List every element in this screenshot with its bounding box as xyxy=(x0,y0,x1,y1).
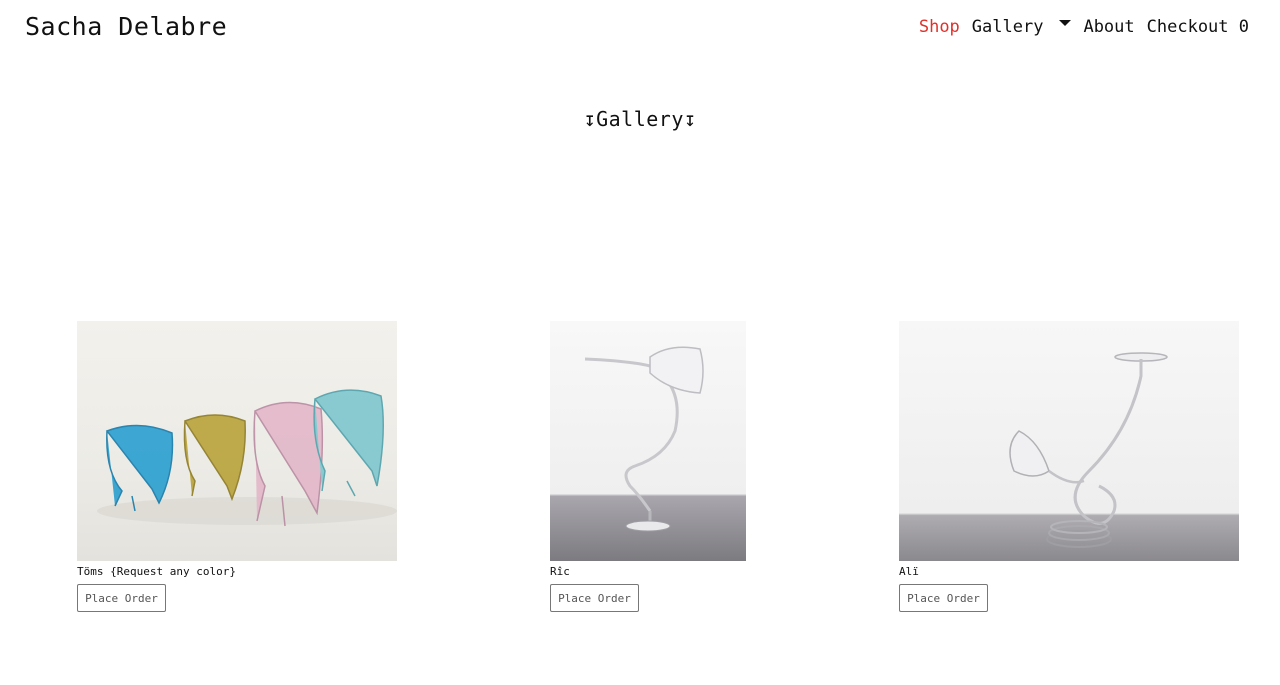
nav-gallery-link[interactable]: Gallery xyxy=(972,17,1072,37)
twisted-glass-illustration xyxy=(584,346,704,532)
product-name: Alï xyxy=(899,565,919,578)
product-image[interactable] xyxy=(899,321,1239,561)
nav-gallery-label: Gallery xyxy=(971,17,1044,37)
product-image[interactable] xyxy=(550,321,746,561)
product-card: Töms {Request any color} Place Order xyxy=(77,321,397,612)
page-title: ↧Gallery↧ xyxy=(583,107,697,131)
glass-cups-illustration xyxy=(97,389,397,527)
place-order-button[interactable]: Place Order xyxy=(77,584,166,612)
product-name: Rîc xyxy=(550,565,570,578)
product-image[interactable] xyxy=(77,321,397,561)
product-card: Alï Place Order xyxy=(899,321,1239,612)
product-name: Töms {Request any color} xyxy=(77,565,236,578)
nav-shop-link[interactable]: Shop xyxy=(919,17,960,37)
chevron-down-icon[interactable] xyxy=(1059,20,1072,26)
place-order-button[interactable]: Place Order xyxy=(550,584,639,612)
place-order-button[interactable]: Place Order xyxy=(899,584,988,612)
nav-about-link[interactable]: About xyxy=(1083,17,1134,37)
main-nav: Shop Gallery About Checkout 0 xyxy=(919,17,1249,37)
site-brand[interactable]: Sacha Delabre xyxy=(25,12,227,41)
nav-checkout-link[interactable]: Checkout 0 xyxy=(1147,17,1249,37)
product-card: Rîc Place Order xyxy=(550,321,746,612)
spiral-glass-illustration xyxy=(1009,352,1168,548)
page: Sacha Delabre Shop Gallery About Checkou… xyxy=(0,0,1280,685)
